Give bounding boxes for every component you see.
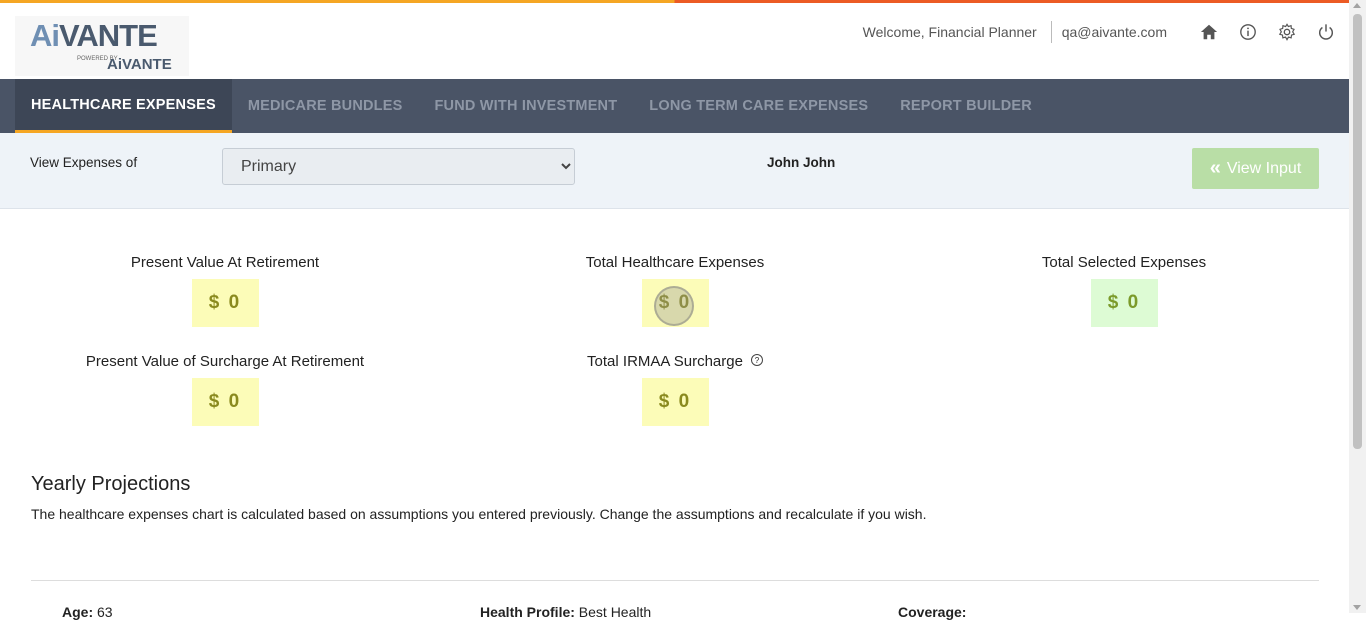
stat-value: $ 0 (191, 378, 259, 426)
stat-title: Present Value of Surcharge At Retirement (85, 353, 365, 370)
stat-value: $ 0 (191, 279, 259, 327)
stat-value: $ 0 (1090, 279, 1158, 327)
section-title: Yearly Projections (31, 473, 191, 495)
click-indicator (654, 286, 694, 326)
power-icon[interactable] (1315, 21, 1337, 43)
page-scrollbar[interactable] (1349, 0, 1366, 613)
pv-surcharge-card: Present Value of Surcharge At Retirement… (75, 353, 375, 426)
home-icon[interactable] (1198, 21, 1220, 43)
tab-fund-with-investment[interactable]: FUND WITH INVESTMENT (418, 79, 633, 133)
header-user-area: Welcome, Financial Planner qa@aivante.co… (863, 21, 1337, 43)
stat-value: $ 0 (641, 378, 709, 426)
tab-long-term-care-expenses[interactable]: LONG TERM CARE EXPENSES (633, 79, 884, 133)
view-expenses-label: View Expenses of (30, 155, 138, 170)
user-email: qa@aivante.com (1061, 24, 1167, 40)
scrollbar-thumb[interactable] (1353, 14, 1362, 449)
welcome-text: Welcome, Financial Planner (863, 21, 1052, 43)
age-field: Age: 63 (62, 604, 113, 620)
tab-healthcare-expenses[interactable]: HEALTHCARE EXPENSES (15, 79, 232, 133)
main-nav: HEALTHCARE EXPENSES MEDICARE BUNDLES FUN… (0, 79, 1349, 133)
filter-bar: View Expenses of Primary John John « Vie… (0, 133, 1349, 209)
section-description: The healthcare expenses chart is calcula… (31, 506, 927, 522)
scroll-up-icon[interactable] (1353, 3, 1361, 8)
health-profile-field: Health Profile: Best Health (480, 604, 652, 620)
scroll-down-icon[interactable] (1353, 605, 1361, 610)
tab-report-builder[interactable]: REPORT BUILDER (884, 79, 1048, 133)
info-icon[interactable] (1237, 21, 1259, 43)
stat-title: Total Healthcare Expenses (585, 254, 765, 271)
view-input-button[interactable]: « View Input (1192, 148, 1319, 189)
gear-icon[interactable] (1276, 21, 1298, 43)
stat-title: Total Selected Expenses (1041, 254, 1207, 271)
double-chevron-left-icon: « (1209, 157, 1221, 179)
total-irmaa-card: Total IRMAA Surcharge? $ 0 (565, 353, 785, 426)
stat-title: Total IRMAA Surcharge (587, 353, 743, 370)
stat-title: Present Value At Retirement (130, 254, 320, 271)
app-header: AiVANTE POWERED BY AiVANTE Welcome, Fina… (0, 3, 1349, 79)
pv-retirement-card: Present Value At Retirement $ 0 (125, 254, 325, 327)
coverage-field: Coverage: (898, 604, 967, 620)
tab-medicare-bundles[interactable]: MEDICARE BUNDLES (232, 79, 419, 133)
aivante-logo[interactable]: AiVANTE POWERED BY AiVANTE (15, 16, 189, 76)
total-selected-card: Total Selected Expenses $ 0 (1024, 254, 1224, 327)
divider (31, 580, 1319, 581)
help-icon[interactable]: ? (750, 354, 763, 366)
person-name: John John (767, 155, 836, 170)
expenses-of-select[interactable]: Primary (222, 148, 575, 185)
